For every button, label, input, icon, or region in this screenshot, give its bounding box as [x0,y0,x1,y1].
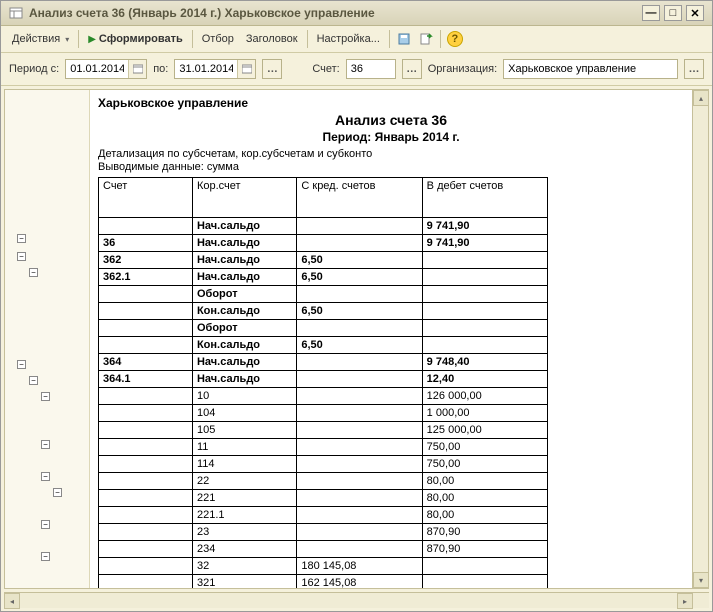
table-row: 321162 145,08 [99,575,548,589]
header-button[interactable]: Заголовок [241,31,303,47]
help-icon: ? [447,31,463,47]
header-label: Заголовок [246,33,298,45]
report-area: Харьковское управление Анализ счета 36 П… [90,90,692,588]
table-row: 1041 000,00 [99,405,548,422]
save-icon [397,32,411,46]
calendar-from-icon[interactable] [128,60,146,78]
save-icon-button[interactable] [394,29,414,49]
table-row: 364Нач.сальдо9 748,40 [99,354,548,371]
table-row: Кон.сальдо6,50 [99,337,548,354]
form-label: Сформировать [99,33,183,45]
org-wrap [503,59,678,79]
account-input[interactable] [347,60,395,78]
scroll-down-button[interactable]: ▾ [693,572,709,588]
account-wrap [346,59,396,79]
period-to-wrap [174,59,256,79]
close-button[interactable]: ✕ [686,5,704,21]
tree-node[interactable]: − [41,520,50,529]
table-row: 234870,90 [99,541,548,558]
minimize-button[interactable]: — [642,5,660,21]
app-window: Анализ счета 36 (Январь 2014 г.) Харьков… [0,0,713,612]
actions-label: Действия [12,33,60,45]
scroll-right-button[interactable]: ▸ [677,593,693,609]
tree-node[interactable]: − [41,392,50,401]
report-period: Период: Январь 2014 г. [98,130,684,144]
table-row: 105125 000,00 [99,422,548,439]
content-area: − − − − − − − − − − − Харьковское управл… [4,89,709,589]
tree-node[interactable]: − [41,440,50,449]
table-row: 36Нач.сальдо9 741,90 [99,235,548,252]
tree-node[interactable]: − [17,360,26,369]
table-row: Кон.сальдо6,50 [99,303,548,320]
tree-node[interactable]: − [41,552,50,561]
table-row: Оборот [99,320,548,337]
settings-button[interactable]: Настройка... [312,31,385,47]
report-outdata: Выводимые данные: сумма [98,161,684,173]
form-button[interactable]: ▶ Сформировать [83,31,188,47]
report-detail: Детализация по субсчетам, кор.субсчетам … [98,148,684,160]
restore-icon-button[interactable] [416,29,436,49]
filter-button[interactable]: Отбор [197,31,239,47]
table-row: 362.1Нач.сальдо6,50 [99,269,548,286]
tree-node[interactable]: − [17,252,26,261]
table-row: Оборот [99,286,548,303]
restore-icon [419,32,433,46]
app-icon [9,6,23,20]
period-to-label: по: [153,63,168,75]
tree-node[interactable]: − [17,234,26,243]
play-icon: ▶ [88,34,96,45]
scroll-up-button[interactable]: ▴ [693,90,709,106]
report-title: Анализ счета 36 [98,112,684,128]
period-from-label: Период с: [9,63,59,75]
period-picker-button[interactable]: … [262,59,282,79]
table-row: 2280,00 [99,473,548,490]
outline-tree: − − − − − − − − − − − [5,90,90,588]
account-picker-button[interactable]: … [402,59,422,79]
tree-node[interactable]: − [53,488,62,497]
period-from-wrap [65,59,147,79]
maximize-button[interactable]: □ [664,5,682,21]
col-corr: Кор.счет [192,178,296,218]
col-account: Счет [99,178,193,218]
org-input[interactable] [504,60,677,78]
report-table: Счет Кор.счет С кред. счетов В дебет сче… [98,177,548,588]
report-org: Харьковское управление [98,96,684,110]
table-row: 23870,90 [99,524,548,541]
filter-label: Отбор [202,33,234,45]
actions-menu[interactable]: Действия [7,31,74,47]
scroll-left-button[interactable]: ◂ [4,593,20,609]
org-label: Организация: [428,63,497,75]
table-row: 364.1Нач.сальдо12,40 [99,371,548,388]
table-row: 32180 145,08 [99,558,548,575]
table-row: Нач.сальдо9 741,90 [99,218,548,235]
calendar-to-icon[interactable] [237,60,255,78]
settings-label: Настройка... [317,33,380,45]
table-row: 10126 000,00 [99,388,548,405]
table-row: 114750,00 [99,456,548,473]
vertical-scrollbar[interactable]: ▴ ▾ [692,90,708,588]
table-row: 11750,00 [99,439,548,456]
horizontal-scrollbar[interactable]: ◂ ▸ [4,592,709,608]
period-from-input[interactable] [66,60,128,78]
tree-node[interactable]: − [29,376,38,385]
period-to-input[interactable] [175,60,237,78]
params-bar: Период с: по: … Счет: … Организация: … [1,53,712,86]
tree-node[interactable]: − [41,472,50,481]
org-picker-button[interactable]: … [684,59,704,79]
table-row: 221.180,00 [99,507,548,524]
titlebar: Анализ счета 36 (Январь 2014 г.) Харьков… [1,1,712,26]
col-cred: С кред. счетов [297,178,422,218]
table-row: 362Нач.сальдо6,50 [99,252,548,269]
tree-node[interactable]: − [29,268,38,277]
table-row: 22180,00 [99,490,548,507]
col-deb: В дебет счетов [422,178,547,218]
toolbar: Действия ▶ Сформировать Отбор Заголовок … [1,26,712,53]
account-label: Счет: [312,63,339,75]
help-button[interactable]: ? [445,29,465,49]
window-title: Анализ счета 36 (Январь 2014 г.) Харьков… [29,6,375,20]
